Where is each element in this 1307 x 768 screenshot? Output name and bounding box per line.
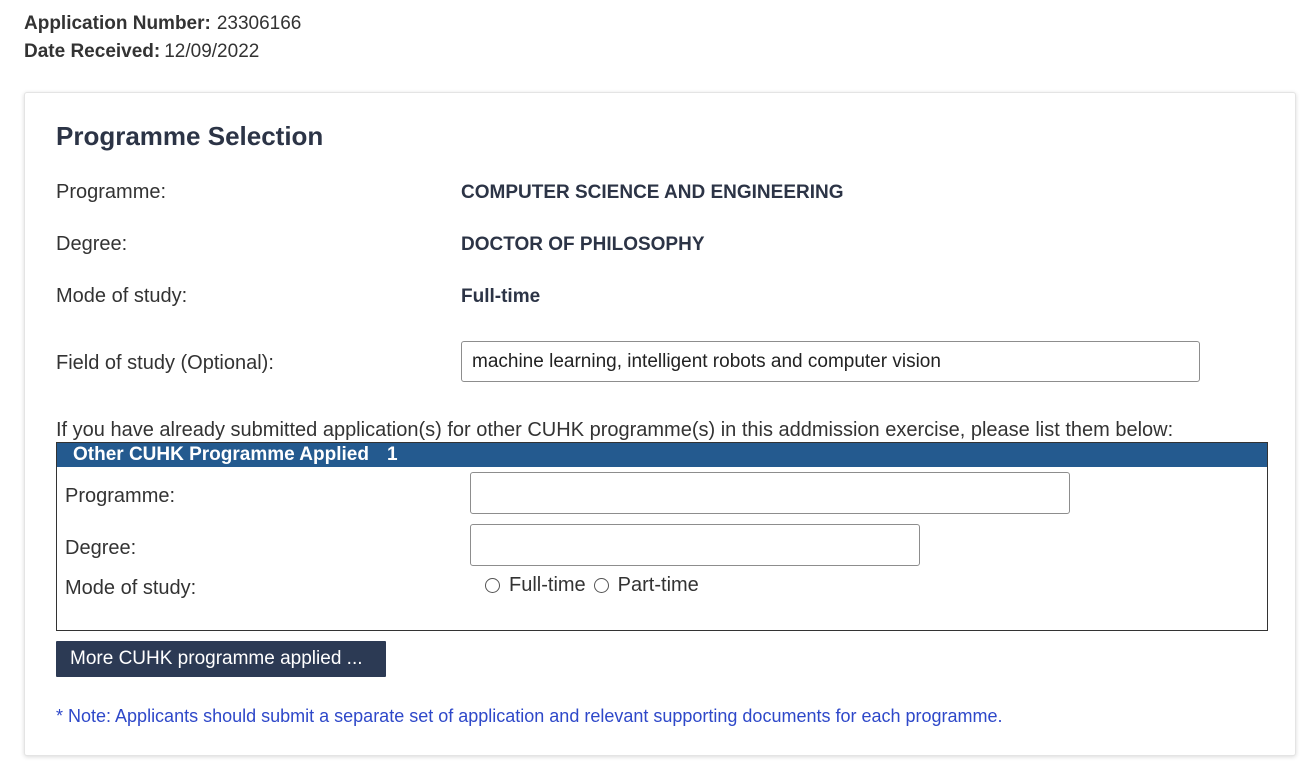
application-number-row: Application Number: 23306166 [24, 10, 301, 38]
note-text: * Note: Applicants should submit a separ… [56, 706, 1003, 726]
application-info: Application Number: 23306166 Date Receive… [24, 10, 301, 66]
other-programmes-intro: If you have already submitted applicatio… [56, 419, 1174, 441]
other-programme-input[interactable] [470, 472, 1070, 514]
part-time-radio[interactable] [593, 578, 609, 593]
other-degree-input[interactable] [470, 524, 920, 566]
field-of-study-label: Field of study (Optional): [56, 352, 274, 374]
date-received-value: 12/09/2022 [164, 41, 260, 62]
full-time-radio-label[interactable]: Full-time [509, 574, 586, 597]
programme-value: COMPUTER SCIENCE AND ENGINEERING [461, 182, 844, 203]
other-programme-header: Other CUHK Programme Applied 1 [57, 443, 1267, 467]
other-programme-label: Programme: [65, 485, 176, 507]
other-programme-header-label: Other CUHK Programme Applied [73, 444, 369, 465]
date-received-row: Date Received: 12/09/2022 [24, 38, 301, 66]
programme-selection-card: Programme Selection Programme: COMPUTER … [24, 92, 1296, 756]
mode-of-study-value: Full-time [461, 286, 541, 307]
field-of-study-input[interactable] [461, 341, 1200, 382]
other-programme-header-number: 1 [386, 444, 398, 465]
other-programme-panel: Other CUHK Programme Applied 1 Programme:… [56, 442, 1268, 631]
date-received-label: Date Received: [24, 41, 161, 62]
programme-label: Programme: [56, 181, 167, 203]
application-number-label: Application Number: [24, 13, 211, 34]
more-cuhk-programme-button[interactable]: More CUHK programme applied ... [56, 641, 386, 677]
other-mode-of-study-label: Mode of study: [65, 577, 197, 599]
mode-of-study-label: Mode of study: [56, 285, 188, 307]
part-time-radio-label[interactable]: Part-time [618, 574, 699, 597]
other-degree-label: Degree: [65, 537, 137, 559]
degree-label: Degree: [56, 233, 128, 255]
mode-of-study-radio-group: Full-time Part-time [485, 574, 707, 597]
application-number-value: 23306166 [216, 13, 302, 34]
degree-value: DOCTOR OF PHILOSOPHY [461, 234, 705, 255]
full-time-radio[interactable] [485, 578, 500, 593]
section-title: Programme Selection [56, 121, 324, 151]
